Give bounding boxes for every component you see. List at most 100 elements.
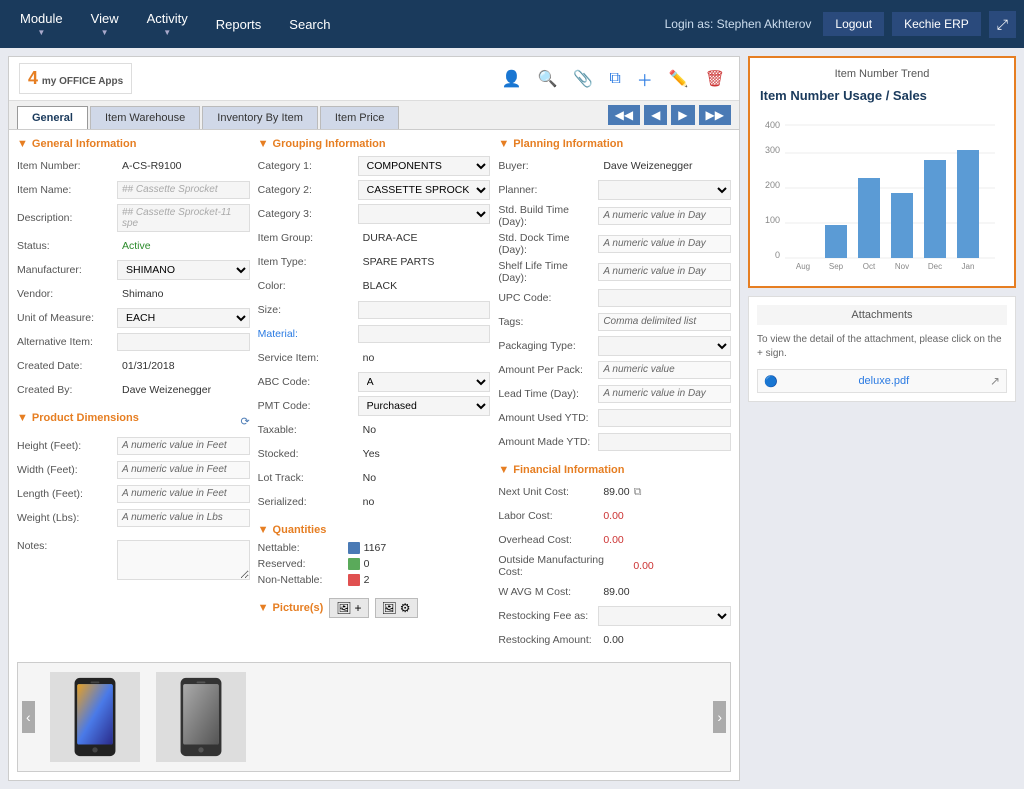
image-thumb-2[interactable] [156,672,246,762]
abc-code-value[interactable]: A [358,372,491,392]
attachment-filename[interactable]: deluxe.pdf [858,375,909,387]
logout-button[interactable]: Logout [823,12,884,36]
uom-value[interactable]: EACH [117,308,250,328]
nav-view[interactable]: View ▼ [79,5,131,43]
amount-used-value[interactable] [598,409,731,427]
vendor-label: Vendor: [17,288,117,300]
uom-select[interactable]: EACH [118,309,249,327]
cat1-label: Category 1: [258,160,358,172]
tab-general[interactable]: General [17,106,88,129]
strip-next-button[interactable]: › [713,701,726,733]
serialized-row: Serialized: no [258,492,491,512]
item-group-label: Item Group: [258,232,358,244]
restocking-fee-select[interactable] [599,607,730,625]
strip-prev-button[interactable]: ‹ [22,701,35,733]
amount-made-value[interactable] [598,433,731,451]
weight-value[interactable]: A numeric value in Lbs [117,509,250,527]
refresh-icon[interactable]: ⟳ [240,415,249,428]
amount-per-pack-label: Amount Per Pack: [498,364,598,376]
width-value[interactable]: A numeric value in Feet [117,461,250,479]
form-area: ▼ General Information Item Number: A-CS-… [9,130,739,662]
general-info-title: ▼ General Information [17,138,250,150]
nav-activity[interactable]: Activity ▼ [135,5,200,43]
alt-item-value[interactable] [117,333,250,351]
abc-code-select[interactable]: A [359,373,490,391]
add-icon[interactable]: ＋ [633,65,657,93]
pmt-code-select[interactable]: Purchased [359,397,490,415]
cat3-select[interactable] [359,205,490,223]
svg-text:Jan: Jan [962,262,975,271]
nav-next[interactable]: ▶ [671,105,694,125]
cat2-value[interactable]: CASSETTE SPROCKET [358,180,491,200]
height-value[interactable]: A numeric value in Feet [117,437,250,455]
nav-prev[interactable]: ◀ [644,105,667,125]
lead-time-value[interactable]: A numeric value in Day [598,385,731,403]
dimensions-title: ▼ Product Dimensions [17,412,139,424]
edit-icon[interactable]: ✏️ [665,67,693,91]
expand-button[interactable]: ⤢ [989,11,1016,38]
person-icon[interactable]: 👤 [498,67,526,91]
created-by-value: Dave Weizenegger [117,381,250,399]
service-item-label: Service Item: [258,352,358,364]
shelf-life-value[interactable]: A numeric value in Day [598,263,731,281]
description-value[interactable]: ## Cassette Sprocket-11 spe [117,204,250,232]
packaging-value[interactable] [598,336,731,356]
cat1-value[interactable]: COMPONENTS [358,156,491,176]
cat3-row: Category 3: [258,204,491,224]
nettable-badge [348,542,360,554]
lead-time-row: Lead Time (Day): A numeric value in Day [498,384,731,404]
manufacturer-value[interactable]: SHIMANO [117,260,250,280]
link-icon[interactable]: ⧉ [634,486,642,499]
color-label: Color: [258,280,358,292]
item-name-value[interactable]: ## Cassette Sprocket [117,181,250,199]
reserved-row: Reserved: 0 [258,558,491,570]
tab-inventory[interactable]: Inventory By Item [202,106,318,129]
cat1-select[interactable]: COMPONENTS [359,157,490,175]
dock-time-value[interactable]: A numeric value in Day [598,235,731,253]
planner-select[interactable] [599,181,730,199]
planner-value[interactable] [598,180,731,200]
non-nettable-row: Non-Nettable: 2 [258,574,491,586]
notes-input[interactable] [117,540,250,580]
nav-last[interactable]: ▶▶ [699,105,731,125]
size-value[interactable] [358,301,491,319]
manufacturer-select[interactable]: SHIMANO [118,261,249,279]
erp-button[interactable]: Kechie ERP [892,12,981,36]
attachment-open-icon[interactable]: ↗ [990,374,1000,388]
add-picture-button[interactable]: 🖼+ [329,598,368,618]
image-thumb-1[interactable] [50,672,140,762]
search-icon[interactable]: 🔍 [533,67,561,91]
material-value[interactable] [358,325,491,343]
delete-icon[interactable]: 🗑 [701,67,729,91]
nettable-row: Nettable: 1167 [258,542,491,554]
paperclip-icon[interactable]: 📎 [569,67,597,91]
labor-cost-value: 0.00 [598,507,731,525]
cat2-select[interactable]: CASSETTE SPROCKET [359,181,490,199]
cat3-value[interactable] [358,204,491,224]
upc-row: UPC Code: [498,288,731,308]
tab-warehouse[interactable]: Item Warehouse [90,106,200,129]
taxable-value: No [358,421,491,439]
length-value[interactable]: A numeric value in Feet [117,485,250,503]
restocking-fee-label: Restocking Fee as: [498,610,598,622]
upc-value[interactable] [598,289,731,307]
created-by-label: Created By: [17,384,117,396]
amount-per-pack-value[interactable]: A numeric value [598,361,731,379]
nav-module[interactable]: Module ▼ [8,5,75,43]
build-time-value[interactable]: A numeric value in Day [598,207,731,225]
tab-price[interactable]: Item Price [320,106,400,129]
manufacturer-row: Manufacturer: SHIMANO [17,260,250,280]
nav-search[interactable]: Search [277,11,342,38]
nav-reports[interactable]: Reports [204,11,274,38]
copy-icon[interactable]: ⧉ [605,68,624,90]
created-by-row: Created By: Dave Weizenegger [17,380,250,400]
length-row: Length (Feet): A numeric value in Feet [17,484,250,504]
edit-picture-button[interactable]: 🖼⚙ [375,598,418,618]
packaging-select[interactable] [599,337,730,355]
tags-value[interactable]: Comma delimited list [598,313,731,331]
restocking-fee-value[interactable] [598,606,731,626]
item-number-row: Item Number: A-CS-R9100 [17,156,250,176]
tags-label: Tags: [498,316,598,328]
nav-first[interactable]: ◀◀ [608,105,640,125]
pmt-code-value[interactable]: Purchased [358,396,491,416]
